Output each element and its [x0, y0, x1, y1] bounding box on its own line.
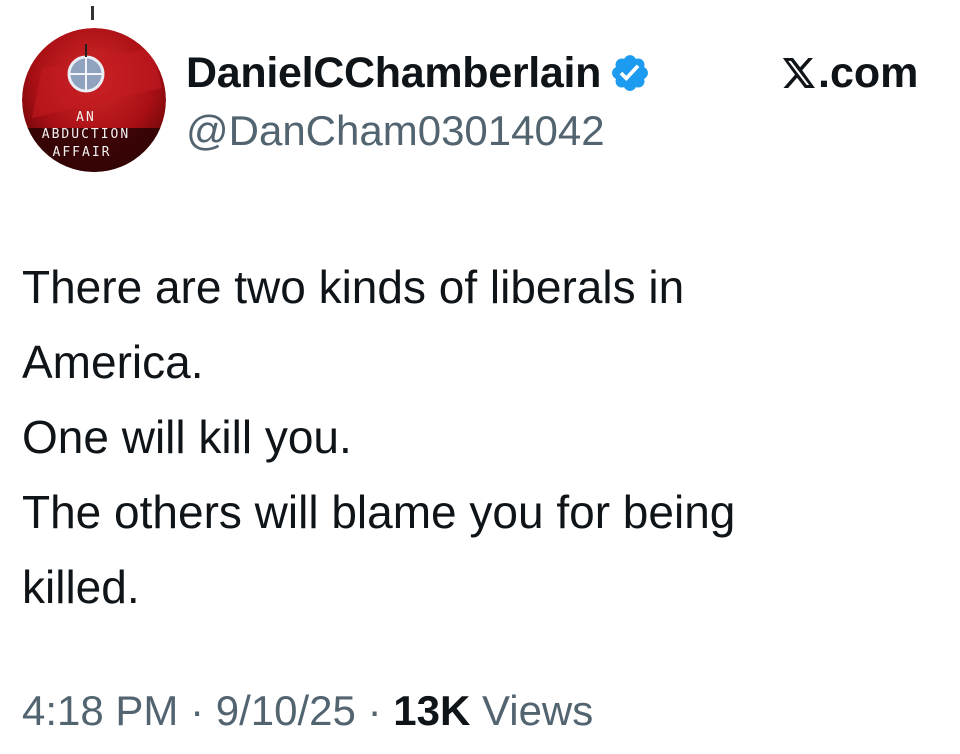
tweet-line: The others will blame you for being [22, 486, 736, 538]
avatar-image: AN ABDUCTION AFFAIR [22, 28, 166, 172]
display-name[interactable]: DanielCChamberlain [186, 46, 601, 100]
avatar-text-affair: AFFAIR [53, 145, 112, 160]
tweet-line: killed. [22, 561, 140, 613]
avatar-text-abduction: ABDUCTION [42, 127, 130, 142]
user-handle[interactable]: @DanCham03014042 [186, 104, 605, 158]
meta-separator: · [367, 687, 382, 734]
avatar-text-an: AN [76, 110, 96, 125]
brand-x-com: .com [780, 46, 918, 100]
tweet-line: America. [22, 336, 204, 388]
tweet-line: There are two kinds of liberals in [22, 261, 685, 313]
brand-label: .com [818, 48, 919, 97]
x-logo-icon [782, 58, 815, 88]
tweet-text: There are two kinds of liberals in Ameri… [22, 250, 922, 625]
meta-separator: · [190, 687, 205, 734]
tweet-meta: 4:18 PM · 9/10/25 · 13K Views [22, 684, 593, 738]
verified-badge-icon [609, 52, 651, 94]
views-count: 13K [393, 687, 471, 734]
tweet-date[interactable]: 9/10/25 [216, 687, 356, 734]
tweet-line: One will kill you. [22, 411, 352, 463]
avatar[interactable]: AN ABDUCTION AFFAIR [22, 28, 166, 172]
tweet-time[interactable]: 4:18 PM [22, 687, 178, 734]
name-row: DanielCChamberlain [186, 46, 651, 100]
views-label: Views [481, 687, 594, 734]
tweet-card: AN ABDUCTION AFFAIR DanielCChamberlain @… [0, 0, 960, 754]
stray-mark [91, 6, 94, 20]
